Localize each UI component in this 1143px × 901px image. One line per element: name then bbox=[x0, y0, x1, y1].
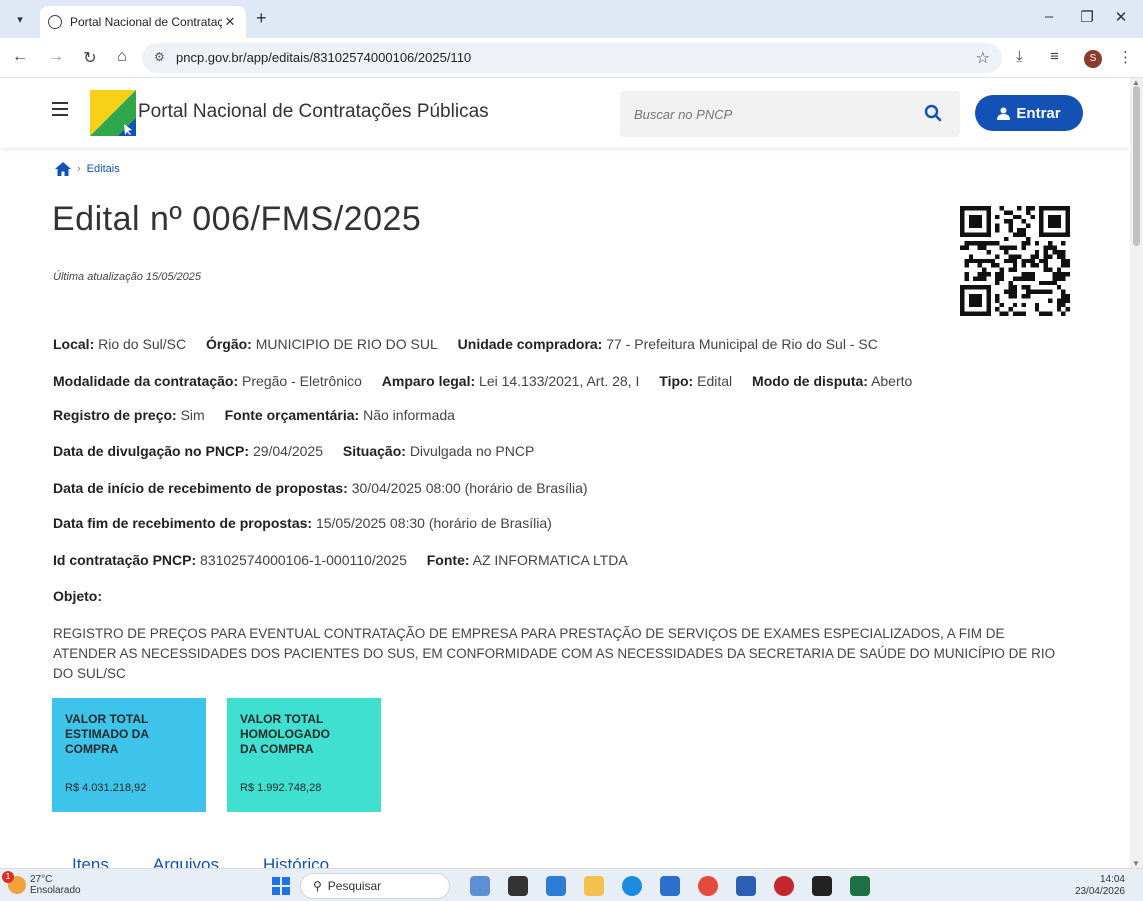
last-update: Última atualização 15/05/2025 bbox=[53, 271, 201, 283]
tab-list-chevron-icon[interactable]: ▾ bbox=[10, 9, 30, 29]
back-arrow-icon[interactable]: ← bbox=[10, 48, 30, 66]
profile-avatar[interactable]: S bbox=[1084, 50, 1102, 68]
site-title[interactable]: Portal Nacional de Contratações Públicas bbox=[138, 101, 489, 123]
objeto-text: REGISTRO DE PREÇOS PARA EVENTUAL CONTRAT… bbox=[53, 626, 1056, 681]
info-line-6: Data fim de recebimento de propostas: 15… bbox=[53, 515, 552, 531]
user-icon bbox=[997, 107, 1011, 120]
clock-time: 14:04 bbox=[1099, 874, 1125, 885]
globe-icon bbox=[48, 15, 62, 29]
weather-widget[interactable]: 27°C Ensolarado bbox=[30, 874, 81, 896]
new-tab-plus-icon[interactable]: + bbox=[256, 8, 267, 29]
address-bar[interactable]: ⚙ pncp.gov.br/app/editais/83102574000106… bbox=[142, 43, 1002, 73]
menu-dots-icon[interactable]: ⋮ bbox=[1118, 48, 1133, 66]
task-view-icon[interactable] bbox=[508, 876, 528, 896]
page-title: Edital nº 006/FMS/2025 bbox=[52, 200, 422, 238]
breadcrumb-editais[interactable]: Editais bbox=[87, 163, 120, 175]
valor-homologado-card: VALOR TOTAL HOMOLOGADO DA COMPRA R$ 1.99… bbox=[227, 698, 381, 812]
login-label: Entrar bbox=[1016, 104, 1061, 122]
forward-arrow-icon[interactable]: → bbox=[46, 48, 66, 66]
weather-temp: 27°C bbox=[30, 874, 53, 885]
url-text: pncp.gov.br/app/editais/83102574000106/2… bbox=[176, 50, 472, 65]
site-header: Portal Nacional de Contratações Públicas… bbox=[0, 78, 1130, 148]
minimize-icon[interactable]: – bbox=[1034, 8, 1064, 25]
clock-date: 23/04/2026 bbox=[1074, 886, 1125, 897]
store-app-icon[interactable] bbox=[660, 876, 680, 896]
download-icon[interactable]: ⤓ bbox=[1016, 48, 1023, 65]
scroll-down-icon[interactable]: ▼ bbox=[1132, 859, 1140, 868]
valor-homologado-label: VALOR TOTAL HOMOLOGADO DA COMPRA bbox=[240, 712, 330, 756]
bookmark-star-icon[interactable]: ☆ bbox=[976, 48, 990, 68]
valor-homologado-value: R$ 1.992.748,28 bbox=[240, 782, 322, 794]
excel-app-icon[interactable] bbox=[850, 876, 870, 896]
edge-browser-icon[interactable] bbox=[622, 876, 642, 896]
site-info-icon[interactable]: ⚙ bbox=[154, 50, 165, 64]
info-line-4: Data de divulgação no PNCP: 29/04/2025 S… bbox=[53, 443, 535, 459]
scrollbar-thumb[interactable] bbox=[1133, 86, 1140, 246]
breadcrumb: › Editais bbox=[55, 162, 120, 176]
pncp-logo[interactable] bbox=[90, 90, 136, 136]
qr-code bbox=[960, 206, 1070, 316]
browser-tab-active[interactable]: Portal Nacional de Contrataçõe ✕ bbox=[40, 6, 246, 38]
system-clock[interactable]: 14:04 23/04/2026 bbox=[1075, 874, 1125, 898]
word-app-icon[interactable] bbox=[736, 876, 756, 896]
restore-icon[interactable]: ❐ bbox=[1072, 8, 1102, 26]
weather-status: Ensolarado bbox=[30, 885, 81, 896]
close-window-icon[interactable]: ✕ bbox=[1106, 8, 1136, 26]
search-input[interactable] bbox=[620, 91, 910, 137]
search-box bbox=[620, 91, 960, 137]
valor-estimado-value: R$ 4.031.218,92 bbox=[65, 782, 147, 794]
home-icon[interactable] bbox=[55, 162, 71, 176]
info-line-1: Local: Rio do Sul/SC Órgão: MUNICIPIO DE… bbox=[53, 336, 878, 352]
windows-start-icon[interactable] bbox=[272, 877, 290, 895]
notification-badge: 1 bbox=[2, 871, 14, 883]
tab-title: Portal Nacional de Contrataçõe bbox=[70, 15, 222, 29]
notes-app-icon[interactable] bbox=[812, 876, 832, 896]
close-tab-icon[interactable]: ✕ bbox=[222, 14, 238, 30]
home-icon[interactable]: ⌂ bbox=[112, 48, 132, 66]
valor-estimado-label: VALOR TOTAL ESTIMADO DA COMPRA bbox=[65, 712, 149, 756]
chevron-right-icon: › bbox=[77, 163, 81, 175]
browser-toolbar: ← → ↻ ⌂ ⚙ pncp.gov.br/app/editais/831025… bbox=[0, 38, 1143, 78]
windows-taskbar: 1 27°C Ensolarado ⚲ Pesquisar 14:04 23/0… bbox=[0, 868, 1143, 901]
hamburger-menu-icon[interactable] bbox=[52, 102, 68, 116]
reading-list-icon[interactable]: ≡ bbox=[1050, 48, 1059, 65]
security-app-icon[interactable] bbox=[774, 876, 794, 896]
objeto-label: Objeto: bbox=[53, 588, 102, 604]
chrome-browser-icon[interactable] bbox=[698, 876, 718, 896]
reload-icon[interactable]: ↻ bbox=[80, 48, 100, 68]
taskbar-search[interactable]: ⚲ Pesquisar bbox=[300, 873, 450, 899]
info-line-2: Modalidade da contratação: Pregão - Elet… bbox=[53, 373, 913, 389]
info-line-3: Registro de preço: Sim Fonte orçamentári… bbox=[53, 407, 455, 423]
widgets-app-icon[interactable] bbox=[470, 876, 490, 896]
search-icon: ⚲ bbox=[313, 879, 322, 893]
login-button[interactable]: Entrar bbox=[975, 95, 1083, 131]
info-line-5: Data de início de recebimento de propost… bbox=[53, 480, 588, 496]
teams-app-icon[interactable] bbox=[546, 876, 566, 896]
taskbar-search-label: Pesquisar bbox=[327, 879, 382, 893]
file-explorer-icon[interactable] bbox=[584, 876, 604, 896]
browser-tab-bar: ▾ Portal Nacional de Contrataçõe ✕ + – ❐… bbox=[0, 0, 1143, 38]
valor-estimado-card: VALOR TOTAL ESTIMADO DA COMPRA R$ 4.031.… bbox=[52, 698, 206, 812]
search-icon[interactable] bbox=[924, 104, 942, 122]
page-scrollbar[interactable]: ▲ ▼ bbox=[1130, 78, 1143, 868]
info-line-7: Id contratação PNCP: 83102574000106-1-00… bbox=[53, 552, 628, 568]
